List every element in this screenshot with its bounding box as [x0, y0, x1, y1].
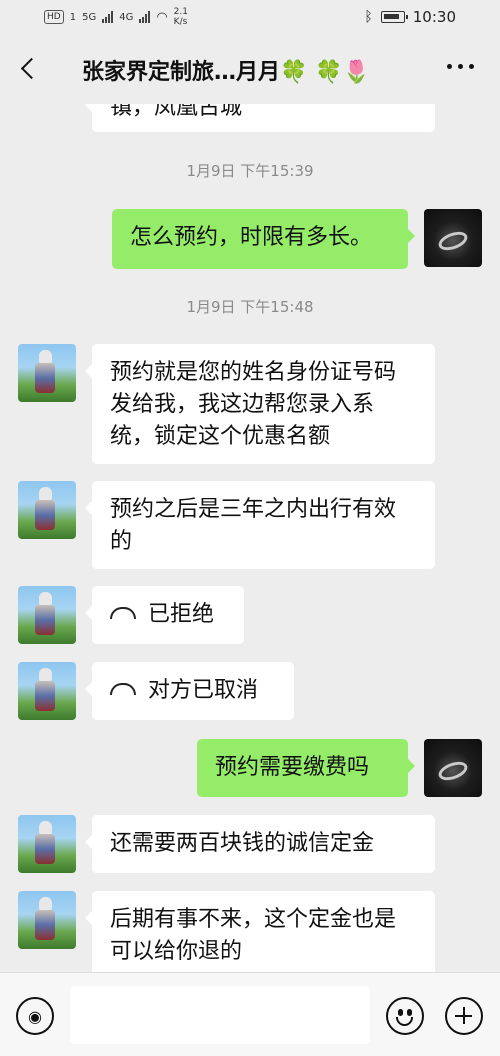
- ring-image: [436, 758, 470, 784]
- message-bubble-partial[interactable]: 镇，凤凰古城: [85, 104, 435, 132]
- phone-hangup-icon: [110, 607, 136, 619]
- status-left: HD 1 5G 4G ◠ 2.1 K/s: [44, 7, 198, 27]
- figure-head: [39, 668, 52, 682]
- figure-head: [39, 897, 52, 911]
- figure-body: [35, 605, 55, 635]
- call-record-bubble[interactable]: 对方已取消: [85, 662, 294, 720]
- message-bubble-other[interactable]: 预约就是您的姓名身份证号码发给我，我这边帮您录入系统，锁定这个优惠名额: [85, 344, 435, 464]
- contact-avatar[interactable]: [18, 481, 76, 539]
- avatar-figure: [35, 487, 55, 535]
- message-input[interactable]: [70, 986, 370, 1044]
- message-bubble-other[interactable]: 后期有事不来，这个定金也是可以给你退的: [85, 891, 435, 972]
- contact-avatar[interactable]: [18, 586, 76, 644]
- contact-avatar[interactable]: [18, 891, 76, 949]
- sim-indicator: 1: [69, 11, 77, 23]
- figure-head: [39, 592, 52, 606]
- message-bubble-other[interactable]: 还需要两百块钱的诚信定金: [85, 815, 435, 873]
- timestamp: 1月9日 下午15:39: [186, 162, 314, 180]
- voice-button[interactable]: ◉: [16, 997, 54, 1035]
- back-button[interactable]: [16, 54, 46, 84]
- wifi-icon: ◠: [156, 9, 168, 25]
- message-bubble-other[interactable]: 预约之后是三年之内出行有效的: [85, 481, 435, 569]
- emoji-mouth: [396, 1017, 413, 1026]
- status-bar: HD 1 5G 4G ◠ 2.1 K/s ᛒ 10:30: [0, 0, 500, 34]
- message-text: 预约就是您的姓名身份证号码发给我，我这边帮您录入系统，锁定这个优惠名额: [110, 360, 397, 449]
- bluetooth-icon: ᛒ: [364, 9, 373, 25]
- message-bubble-self[interactable]: 预约需要缴费吗: [197, 739, 415, 797]
- message-bubble-self[interactable]: 怎么预约，时限有多长。: [112, 209, 415, 269]
- message-text: 后期有事不来，这个定金也是可以给你退的: [110, 907, 397, 964]
- figure-head: [39, 821, 52, 835]
- hd-badge: HD: [44, 10, 64, 24]
- call-status-text: 已拒绝: [148, 602, 215, 627]
- voice-icon: ◉: [28, 1006, 42, 1026]
- figure-body: [35, 681, 55, 711]
- avatar-figure: [35, 668, 55, 716]
- figure-body: [35, 363, 55, 393]
- figure-body: [35, 500, 55, 530]
- self-avatar[interactable]: [424, 209, 482, 267]
- plus-button[interactable]: [445, 997, 483, 1035]
- phone-hangup-icon: [110, 683, 136, 695]
- figure-body: [35, 910, 55, 940]
- timestamp: 1月9日 下午15:48: [186, 298, 314, 316]
- clock: 10:30: [412, 8, 456, 26]
- message-text: 预约需要缴费吗: [215, 755, 370, 780]
- input-bar: ◉: [0, 972, 500, 1056]
- chevron-left-icon: [20, 57, 43, 80]
- battery-icon: [380, 11, 408, 23]
- ring-image: [436, 228, 470, 254]
- figure-body: [35, 834, 55, 864]
- emoji-icon: [398, 1009, 403, 1016]
- call-status-text: 对方已取消: [148, 678, 259, 703]
- emoji-button[interactable]: [386, 997, 424, 1035]
- emoji-eye: [407, 1009, 412, 1016]
- figure-head: [39, 350, 52, 364]
- net-speed: 2.1 K/s: [173, 7, 188, 27]
- message-text: 怎么预约，时限有多长。: [130, 225, 373, 250]
- dot: [458, 64, 463, 69]
- chat-area[interactable]: 镇，凤凰古城 1月9日 下午15:39 怎么预约，时限有多长。 1月9日 下午1…: [0, 104, 500, 972]
- contact-avatar[interactable]: [18, 662, 76, 720]
- network-4g-label: 4G: [119, 11, 134, 23]
- chat-header: 张家界定制旅…月月🍀 🍀🌷: [0, 34, 500, 104]
- contact-avatar[interactable]: [18, 344, 76, 402]
- avatar-figure: [35, 592, 55, 640]
- network-5g-label: 5G: [82, 11, 97, 23]
- more-button[interactable]: [447, 64, 474, 69]
- signal-icon: [102, 11, 114, 23]
- message-text: 预约之后是三年之内出行有效的: [110, 497, 397, 554]
- figure-head: [39, 487, 52, 501]
- contact-avatar[interactable]: [18, 815, 76, 873]
- avatar-figure: [35, 350, 55, 398]
- message-text: 还需要两百块钱的诚信定金: [110, 831, 375, 856]
- more-dots-icon: [447, 64, 452, 69]
- dot: [469, 64, 474, 69]
- avatar-figure: [35, 897, 55, 945]
- signal-icon-2: [139, 11, 151, 23]
- chat-title: 张家界定制旅…月月🍀 🍀🌷: [82, 60, 370, 85]
- avatar-figure: [35, 821, 55, 869]
- self-avatar[interactable]: [424, 739, 482, 797]
- message-text: 镇，凤凰古城: [110, 104, 243, 120]
- call-record-bubble[interactable]: 已拒绝: [85, 586, 244, 644]
- status-right: ᛒ 10:30: [364, 8, 456, 26]
